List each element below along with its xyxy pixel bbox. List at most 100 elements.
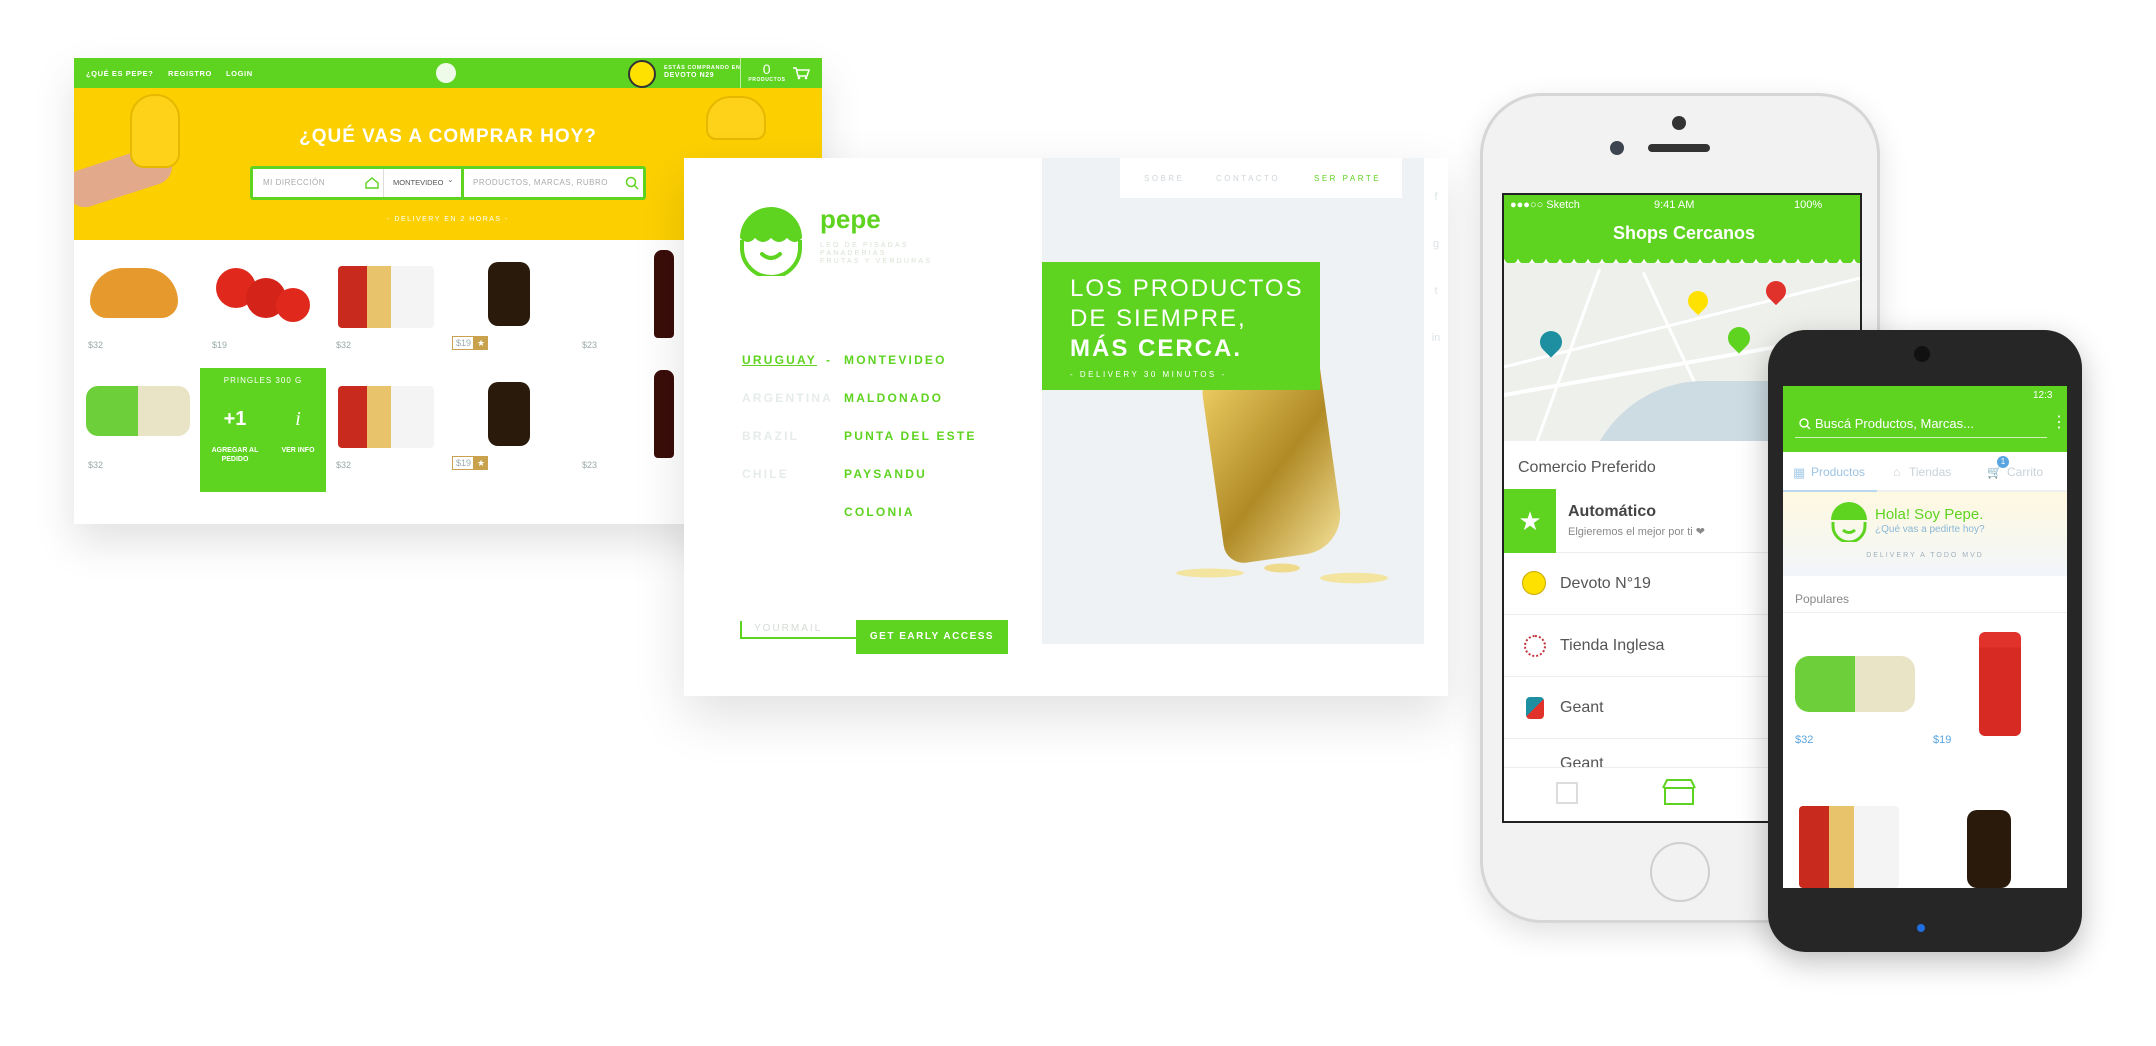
divider (740, 58, 741, 88)
country-argentina[interactable]: ARGENTINA (742, 391, 833, 405)
product-card-croissant[interactable]: $32 (80, 248, 192, 368)
iphone-speaker (1648, 144, 1710, 152)
smiley-icon (628, 60, 656, 88)
combo-image[interactable] (1799, 806, 1899, 888)
notification-led (1917, 924, 1925, 932)
cart-icon[interactable] (792, 66, 810, 80)
add-to-order-button[interactable]: +1 (210, 408, 260, 431)
product-card-jar[interactable]: $19 ★ (452, 248, 564, 368)
headline: LOS PRODUCTOS DE SIEMPRE, MÁS CERCA. (1070, 275, 1304, 362)
tab-stores[interactable]: Tiendas (1909, 465, 1951, 479)
android-header: 12:3 Buscá Productos, Marcas... ⋮ (1783, 386, 2067, 452)
geant-icon (1526, 697, 1544, 719)
home-button[interactable] (1650, 842, 1710, 902)
product-card-tomatoes[interactable]: $19 (204, 248, 316, 368)
hero-title: ¿QUÉ VAS A COMPRAR HOY? (299, 126, 597, 147)
star-icon[interactable]: ★ (474, 456, 488, 470)
search-icon[interactable] (625, 176, 639, 190)
country-uruguay[interactable]: URUGUAY (742, 353, 817, 367)
shop-status[interactable]: ESTÁS COMPRANDO EN DEVOTO N29 (664, 64, 741, 80)
star-icon: ★ (1504, 489, 1556, 553)
pepe-logo-icon[interactable] (436, 63, 456, 83)
nav-join[interactable]: SER PARTE (1314, 174, 1381, 183)
combo-image (338, 266, 434, 328)
city-montevideo[interactable]: MONTEVIDEO (844, 353, 947, 367)
tab-cart[interactable]: Carrito (2007, 465, 2043, 479)
email-field[interactable]: YOURMAIL (740, 621, 856, 639)
city-colonia[interactable]: COLONIA (844, 505, 915, 519)
pepe-logo-icon (1831, 502, 1867, 542)
city-paysandu[interactable]: PAYSANDU (844, 467, 927, 481)
city-maldonado[interactable]: MALDONADO (844, 391, 943, 405)
more-menu-icon[interactable]: ⋮ (2051, 412, 2067, 432)
hover-product-card[interactable]: PRINGLES 300 G +1 AGREGAR AL PEDIDO i VE… (200, 368, 326, 492)
product-card-butter[interactable]: $32 (1791, 626, 1921, 756)
info-button[interactable]: i (280, 408, 316, 431)
product-card-pringles[interactable]: $19 (1929, 626, 2059, 756)
welcome-banner: Hola! Soy Pepe. ¿Qué vas a pedirte hoy? … (1783, 492, 2067, 576)
city-select[interactable]: MONTEVIDEO (393, 178, 443, 187)
brand-name: pepe (820, 204, 881, 234)
map-pin-yellow-icon[interactable] (1683, 286, 1713, 316)
croissant-image (90, 268, 178, 318)
iphone-header: ●●●○○ Sketch 9:41 AM 100% Shops Cercanos (1504, 195, 1860, 259)
jar-image (488, 262, 530, 326)
nav-about-link[interactable]: ¿QUÉ ES PEPE? (86, 69, 153, 78)
address-input[interactable]: MI DIRECCIÓN (263, 178, 325, 187)
early-access-button[interactable]: GET EARLY ACCESS (856, 620, 1008, 654)
product-card-cola[interactable]: $23 (574, 248, 686, 368)
landing-nav: SOBRE CONTACTO SER PARTE (1120, 158, 1402, 198)
nav-about[interactable]: SOBRE (1144, 174, 1185, 183)
combo-image (338, 386, 434, 448)
headline-box: LOS PRODUCTOS DE SIEMPRE, MÁS CERCA. - D… (1042, 262, 1320, 390)
grid-icon[interactable] (1556, 782, 1578, 804)
welcome-subtitle: ¿Qué vas a pedirte hoy? (1875, 524, 1985, 535)
brand-tagline: LEO DE PISADAS PANADERIAS FRUTAS Y VERDU… (820, 242, 933, 265)
product-search-input[interactable]: PRODUCTOS, MARCAS, RUBRO (473, 178, 608, 187)
store-icon[interactable] (1662, 778, 1696, 806)
product-card-combo-2[interactable]: $32 (328, 368, 440, 488)
google-icon[interactable]: g (1428, 221, 1444, 268)
cola-bottle-image (654, 250, 674, 338)
cart-counter[interactable]: 0 PRODUCTOS (746, 61, 788, 83)
grid-icon: ▦ (1793, 465, 1806, 480)
flower-icon (1524, 635, 1546, 657)
butter-image (1795, 656, 1915, 712)
jar-image[interactable] (1967, 810, 2011, 888)
product-card-combo[interactable]: $32 (328, 248, 440, 368)
pringles-can-image (1979, 632, 2021, 736)
dash-separator: - (826, 353, 833, 367)
smiley-icon (1522, 571, 1546, 595)
cola-bottle-image (654, 370, 674, 458)
chevron-down-icon[interactable]: ⌄ (447, 175, 454, 184)
tab-products[interactable]: Productos (1811, 465, 1865, 479)
nav-contact[interactable]: CONTACTO (1216, 174, 1280, 183)
headline-subtitle: - DELIVERY 30 MINUTOS - (1070, 370, 1227, 379)
search-box: MI DIRECCIÓN MONTEVIDEO ⌄ PRODUCTOS, MAR… (250, 166, 646, 200)
country-brazil[interactable]: BRAZIL (742, 429, 799, 443)
product-card-butter[interactable]: $32 (80, 368, 192, 488)
hover-product-name: PRINGLES 300 G (223, 376, 303, 385)
landing-page-window: SOBRE CONTACTO SER PARTE f g t in pepe L… (684, 158, 1448, 696)
android-screen: 12:3 Buscá Productos, Marcas... ⋮ ▦ Prod… (1783, 386, 2067, 888)
city-punta-del-este[interactable]: PUNTA DEL ESTE (844, 429, 977, 443)
chips-image (1162, 548, 1402, 598)
android-search-input[interactable]: Buscá Productos, Marcas... (1795, 412, 2047, 438)
screen-title: Shops Cercanos (1612, 223, 1756, 243)
star-icon[interactable]: ★ (474, 336, 488, 350)
nav-register-link[interactable]: REGISTRO (168, 69, 212, 78)
store-icon: ⌂ (1893, 465, 1901, 479)
welcome-title: Hola! Soy Pepe. (1875, 506, 1984, 523)
facebook-icon[interactable]: f (1428, 174, 1444, 221)
section-title: Populares (1795, 592, 1850, 606)
home-icon (365, 177, 379, 189)
nav-login-link[interactable]: LOGIN (226, 69, 253, 78)
twitter-icon[interactable]: t (1428, 268, 1444, 315)
product-card-cola-2[interactable]: $23 (574, 368, 686, 488)
product-card-jar-2[interactable]: $19 ★ (452, 368, 564, 488)
product-photo-area (1042, 158, 1424, 644)
social-links: f g t in (1428, 174, 1444, 362)
instagram-icon[interactable]: in (1428, 315, 1444, 362)
jar-image (488, 382, 530, 446)
country-chile[interactable]: CHILE (742, 467, 789, 481)
